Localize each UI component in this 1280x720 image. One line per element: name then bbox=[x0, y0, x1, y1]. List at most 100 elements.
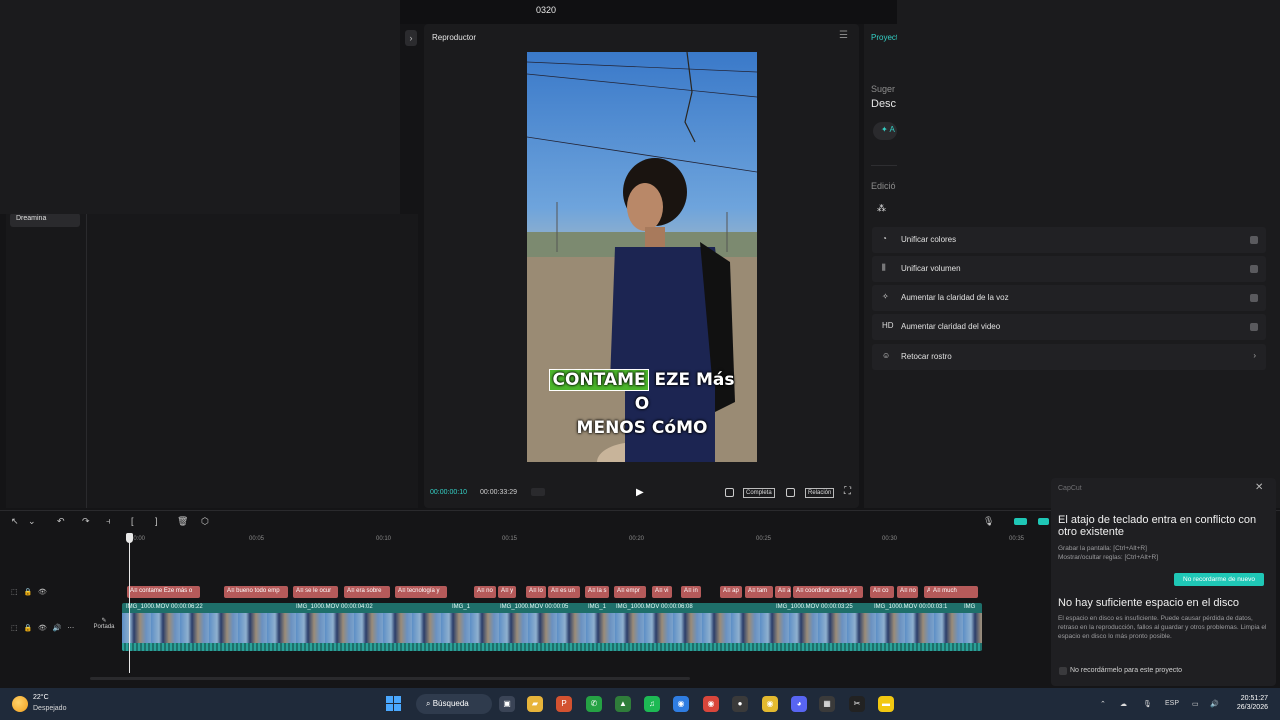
text-clip[interactable]: A≡ co bbox=[870, 586, 894, 598]
collapse-panel-button[interactable]: › bbox=[405, 30, 417, 46]
edit-item-video-clarity[interactable]: HD Aumentar claridad del video bbox=[872, 314, 1266, 340]
video-track[interactable]: IMG_1000.MOV 00:00:06:22 IMG_1000.MOV 00… bbox=[122, 603, 982, 651]
dont-remind-checkbox-label[interactable]: No recordármelo para este proyecto bbox=[1070, 667, 1182, 674]
toggle-voice-clarity[interactable] bbox=[1250, 294, 1258, 302]
crop-icon[interactable] bbox=[725, 488, 734, 497]
weather-icon[interactable] bbox=[12, 696, 28, 712]
sidebar-item-dreamina[interactable]: Dreamina bbox=[10, 213, 80, 227]
weather-description[interactable]: Despejado bbox=[33, 705, 66, 712]
magic-wand-icon[interactable]: ⁂ bbox=[877, 203, 897, 217]
text-clip[interactable]: A≡ no bbox=[474, 586, 496, 598]
play-button[interactable]: ▶ bbox=[636, 487, 644, 498]
capcut-icon[interactable]: ✂ bbox=[849, 696, 865, 712]
search-icon: ⌕ bbox=[426, 699, 433, 708]
snap-toggle[interactable] bbox=[1038, 518, 1049, 525]
divider bbox=[871, 165, 897, 166]
text-clip[interactable]: A≡ la s bbox=[585, 586, 609, 598]
text-clip[interactable]: A≡ contame Eze más o bbox=[127, 586, 200, 598]
select-tool-icon[interactable]: ↖ bbox=[11, 516, 19, 527]
player-menu-icon[interactable]: ☰ bbox=[839, 30, 848, 41]
discord-icon[interactable]: ◕ bbox=[791, 696, 807, 712]
timecode-format-icon[interactable] bbox=[531, 488, 545, 496]
chevron-down-icon[interactable]: ⌄ bbox=[28, 516, 36, 527]
text-clip[interactable]: A≡ bueno todo emp bbox=[224, 586, 288, 598]
text-clip[interactable]: A≡ tecnología y bbox=[395, 586, 447, 598]
edit-item-label: Unificar volumen bbox=[901, 264, 961, 273]
shortcut-line: Grabar la pantalla: [Ctrl+Alt+R] bbox=[1058, 545, 1147, 552]
calculator-icon[interactable]: ▦ bbox=[819, 696, 835, 712]
spotify-icon[interactable]: ♫ bbox=[644, 696, 660, 712]
fullscreen-icon[interactable]: ⛶ bbox=[844, 486, 851, 497]
quality-full-button[interactable]: Completa bbox=[743, 488, 775, 498]
microphone-icon[interactable]: 🎙 bbox=[983, 516, 994, 527]
notification-title-shortcut: El atajo de teclado entra en conflicto c… bbox=[1058, 514, 1257, 538]
windows-start-icon[interactable] bbox=[386, 696, 402, 712]
trim-right-icon[interactable]: ] bbox=[155, 516, 158, 526]
text-clip[interactable]: A≡ era sobre bbox=[344, 586, 390, 598]
text-clip[interactable]: A≡ a bbox=[775, 586, 791, 598]
app-icon[interactable]: ▲ bbox=[615, 696, 631, 712]
trim-left-icon[interactable]: [ bbox=[131, 516, 134, 526]
text-clip[interactable]: A≡ lo bbox=[526, 586, 546, 598]
video-preview[interactable]: CONTAME EZE Más O MENOS CóMO bbox=[527, 52, 757, 462]
marker-icon[interactable]: ⬡ bbox=[201, 516, 209, 527]
text-clip[interactable]: A≡ ap bbox=[720, 586, 742, 598]
playhead[interactable] bbox=[129, 533, 130, 673]
undo-icon[interactable]: ↶ bbox=[57, 516, 65, 527]
dont-remind-checkbox[interactable] bbox=[1059, 667, 1067, 675]
cover-button[interactable]: ✎ Portada bbox=[90, 617, 118, 641]
sticky-notes-icon[interactable]: ▬ bbox=[878, 696, 894, 712]
text-clip[interactable]: A≡ y bbox=[498, 586, 516, 598]
text-clip[interactable]: A≡ tam bbox=[745, 586, 773, 598]
text-clip[interactable]: A≡ coordinar cosas y s bbox=[793, 586, 863, 598]
edit-item-retouch-face[interactable]: ☺ Retocar rostro › bbox=[872, 344, 1266, 370]
ruler-label: 00:20 bbox=[629, 536, 645, 542]
tab-project[interactable]: Proyect bbox=[871, 33, 898, 42]
whatsapp-icon[interactable]: ✆ bbox=[586, 696, 602, 712]
dont-remind-button[interactable]: No recordarme de nuevo bbox=[1174, 573, 1264, 586]
edit-item-unify-volume[interactable]: ⫼ Unificar volumen bbox=[872, 256, 1266, 282]
powerpoint-icon[interactable]: P bbox=[556, 696, 572, 712]
taskbar-clock[interactable]: 20:51:27 26/3/2026 bbox=[1232, 694, 1268, 712]
volume-icon[interactable]: 🔊 bbox=[1210, 700, 1219, 708]
text-clip[interactable]: A≡ in bbox=[681, 586, 701, 598]
edit-item-voice-clarity[interactable]: ✧ Aumentar la claridad de la voz bbox=[872, 285, 1266, 311]
ratio-button[interactable]: Relación bbox=[805, 488, 835, 498]
timeline-scrollbar[interactable] bbox=[90, 677, 690, 680]
ruler-label: 00:10 bbox=[376, 536, 392, 542]
split-icon[interactable]: ⫞ bbox=[106, 516, 111, 527]
chrome-icon[interactable]: ◉ bbox=[673, 696, 689, 712]
chrome-icon[interactable]: ◉ bbox=[762, 696, 778, 712]
ai-suggest-button[interactable]: ✦ A bbox=[873, 122, 897, 140]
text-clip[interactable]: A≡ vi bbox=[652, 586, 672, 598]
obs-icon[interactable]: ● bbox=[732, 696, 748, 712]
edit-item-unify-colors[interactable]: ◔ Unificar colores bbox=[872, 227, 1266, 253]
close-icon[interactable]: ✕ bbox=[1255, 482, 1263, 493]
text-clip[interactable]: A≡ no bbox=[897, 586, 918, 598]
ruler-label: 00:25 bbox=[756, 536, 772, 542]
weather-temperature[interactable]: 22°C bbox=[33, 694, 49, 701]
toggle-video-clarity[interactable] bbox=[1250, 323, 1258, 331]
task-view-icon[interactable]: ▣ bbox=[499, 696, 515, 712]
text-clip[interactable]: A≡ se le ocur bbox=[293, 586, 338, 598]
chrome-icon[interactable]: ◉ bbox=[703, 696, 719, 712]
network-icon[interactable]: ▭ bbox=[1192, 700, 1199, 708]
track-controls-video[interactable]: ⬚ 🔒 👁 🔊 ⋯ bbox=[11, 624, 74, 632]
microphone-icon[interactable]: 🎙 bbox=[1143, 700, 1152, 708]
chevron-up-icon[interactable]: ⌃ bbox=[1100, 700, 1106, 708]
track-controls-text[interactable]: ⬚ 🔒 👁 bbox=[11, 588, 47, 596]
link-clips-toggle[interactable] bbox=[1014, 518, 1027, 525]
playhead-handle[interactable] bbox=[126, 533, 133, 543]
cloud-icon[interactable]: ☁ bbox=[1120, 700, 1127, 708]
text-clip[interactable]: A≡ empr bbox=[614, 586, 646, 598]
taskbar-search[interactable]: ⌕ Búsqueda bbox=[416, 694, 492, 714]
toggle-unify-colors[interactable] bbox=[1250, 236, 1258, 244]
text-clip[interactable]: A≡ much bbox=[930, 586, 978, 598]
screenshot-icon[interactable] bbox=[786, 488, 795, 497]
redo-icon[interactable]: ↷ bbox=[82, 516, 90, 527]
language-indicator[interactable]: ESP bbox=[1165, 700, 1179, 707]
toggle-unify-volume[interactable] bbox=[1250, 265, 1258, 273]
text-clip[interactable]: A≡ es un bbox=[548, 586, 580, 598]
delete-icon[interactable]: 🗑 bbox=[177, 516, 188, 527]
file-explorer-icon[interactable]: ▰ bbox=[527, 696, 543, 712]
